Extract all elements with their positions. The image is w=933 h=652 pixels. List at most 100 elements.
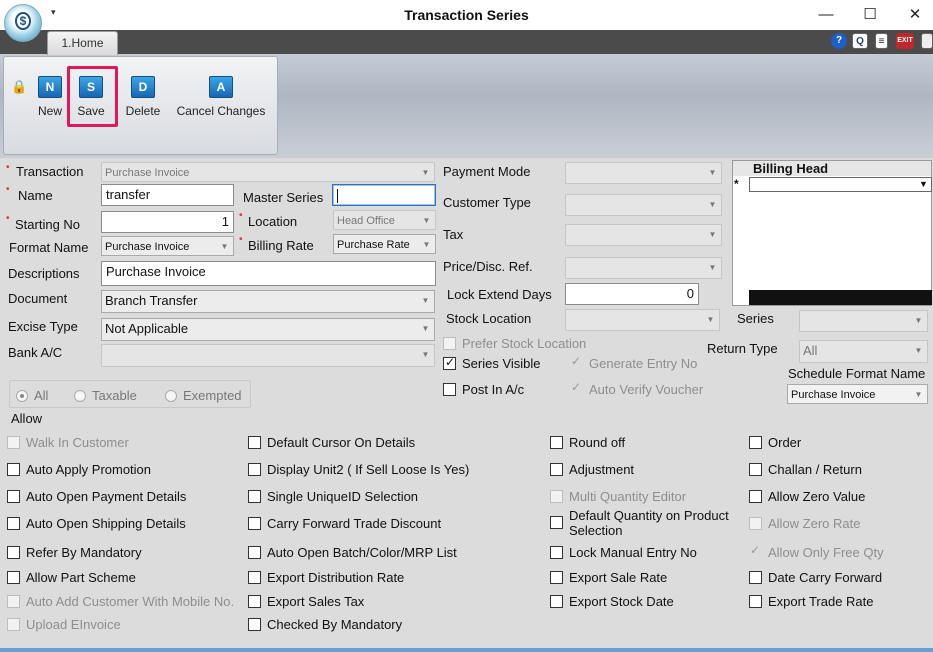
save-button[interactable]: S Save xyxy=(72,72,110,124)
dollar-icon: $ xyxy=(15,12,31,30)
series-visible-checkbox[interactable]: Series Visible xyxy=(443,355,541,371)
allow-walk-in-customer[interactable]: Walk In Customer xyxy=(7,435,129,450)
auto-verify-voucher-checkbox[interactable]: Auto Verify Voucher xyxy=(570,380,703,397)
location-select[interactable]: Head Office xyxy=(333,210,436,230)
allow-auto-open-payment-details[interactable]: Auto Open Payment Details xyxy=(7,489,186,504)
price-disc-ref-label: Price/Disc. Ref. xyxy=(443,259,533,274)
allow-lock-manual-entry-no[interactable]: Lock Manual Entry No xyxy=(550,545,697,560)
allow-order[interactable]: Order xyxy=(749,435,801,450)
allow-part-scheme[interactable]: Allow Part Scheme xyxy=(7,570,136,585)
payment-mode-select[interactable] xyxy=(565,162,722,184)
allow-carry-forward-trade-discount[interactable]: Carry Forward Trade Discount xyxy=(248,516,441,531)
find-icon[interactable]: Q xyxy=(852,33,868,49)
billing-rate-select[interactable]: Purchase Rate xyxy=(333,234,436,254)
series-select[interactable] xyxy=(799,310,928,332)
allow-auto-open-batch-list[interactable]: Auto Open Batch/Color/MRP List xyxy=(248,545,457,560)
allow-auto-apply-promotion[interactable]: Auto Apply Promotion xyxy=(7,462,151,477)
tax-select[interactable] xyxy=(565,224,722,246)
allow-zero-rate[interactable]: Allow Zero Rate xyxy=(749,516,860,531)
master-series-label: Master Series xyxy=(243,190,324,205)
close-button[interactable]: ✕ xyxy=(900,4,930,26)
series-label: Series xyxy=(737,311,774,326)
checkbox-box xyxy=(749,571,762,584)
customer-type-select[interactable] xyxy=(565,194,722,216)
checkbox-box xyxy=(550,463,563,476)
scroll-icon[interactable] xyxy=(921,33,933,49)
allow-auto-open-shipping-details[interactable]: Auto Open Shipping Details xyxy=(7,516,186,531)
prefer-stock-location-checkbox[interactable]: Prefer Stock Location xyxy=(443,336,586,351)
checkbox-box xyxy=(7,618,20,631)
checkbox-box xyxy=(550,516,563,529)
checkbox-box xyxy=(443,355,456,370)
checkbox-box xyxy=(248,546,261,559)
allow-export-sale-rate[interactable]: Export Sale Rate xyxy=(550,570,667,585)
new-row-marker: * xyxy=(734,177,739,191)
radio-taxable[interactable]: Taxable xyxy=(74,388,137,403)
schedule-format-name-select[interactable]: Purchase Invoice xyxy=(787,384,928,404)
allow-refer-by-mandatory[interactable]: Refer By Mandatory xyxy=(7,545,142,560)
maximize-button[interactable]: ☐ xyxy=(855,4,885,26)
lock-icon: 🔒 xyxy=(11,79,28,94)
allow-default-cursor-on-details[interactable]: Default Cursor On Details xyxy=(248,435,415,450)
post-in-ac-checkbox[interactable]: Post In A/c xyxy=(443,382,524,397)
master-series-input[interactable] xyxy=(332,184,436,206)
allow-multi-quantity-editor[interactable]: Multi Quantity Editor xyxy=(550,489,686,504)
allow-single-uniqueid-selection[interactable]: Single UniqueID Selection xyxy=(248,489,418,504)
bank-ac-select[interactable] xyxy=(101,344,435,367)
excise-type-select[interactable]: Not Applicable xyxy=(101,318,435,341)
allow-default-quantity-on-product-selection[interactable]: Default Quantity on Product Selection xyxy=(550,508,739,538)
checkbox-box xyxy=(248,436,261,449)
radio-all[interactable]: All xyxy=(16,388,48,403)
generate-entry-no-checkbox[interactable]: Generate Entry No xyxy=(570,354,697,371)
descriptions-input[interactable]: Purchase Invoice xyxy=(101,261,436,286)
document-icon[interactable]: ≡ xyxy=(875,33,888,49)
allow-round-off[interactable]: Round off xyxy=(550,435,625,450)
allow-export-distribution-rate[interactable]: Export Distribution Rate xyxy=(248,570,404,585)
checkbox-box xyxy=(248,517,261,530)
allow-export-trade-rate[interactable]: Export Trade Rate xyxy=(749,594,874,609)
allow-only-free-qty[interactable]: Allow Only Free Qty xyxy=(749,543,884,560)
transaction-select[interactable]: Purchase Invoice xyxy=(101,162,435,182)
new-button[interactable]: N New xyxy=(32,72,68,124)
starting-no-label: Starting No xyxy=(15,217,81,232)
allow-export-stock-date[interactable]: Export Stock Date xyxy=(550,594,674,609)
help-icon[interactable]: ? xyxy=(831,33,847,49)
return-type-select[interactable]: All xyxy=(799,340,928,363)
delete-button[interactable]: D Delete xyxy=(122,72,164,124)
chevron-down-icon[interactable]: ▼ xyxy=(917,178,930,191)
checkbox-box xyxy=(248,618,261,631)
window-title: Transaction Series xyxy=(404,7,529,23)
price-disc-ref-select[interactable] xyxy=(565,257,722,279)
allow-section-title: Allow xyxy=(11,411,43,426)
checkbox-box xyxy=(7,490,20,503)
allow-auto-add-customer-mobile[interactable]: Auto Add Customer With Mobile No. xyxy=(7,594,234,609)
billing-rate-label: Billing Rate xyxy=(248,238,314,253)
allow-checked-by-mandatory[interactable]: Checked By Mandatory xyxy=(248,617,402,632)
stock-location-select[interactable] xyxy=(565,309,720,331)
checkbox-box xyxy=(749,490,762,503)
radio-exempted[interactable]: Exempted xyxy=(165,388,242,403)
status-strip xyxy=(0,648,933,652)
checkbox-box xyxy=(248,463,261,476)
document-select[interactable]: Branch Transfer xyxy=(101,290,435,313)
allow-display-unit2[interactable]: Display Unit2 ( If Sell Loose Is Yes) xyxy=(248,462,469,477)
checkbox-box xyxy=(7,571,20,584)
exit-icon[interactable]: EXIT xyxy=(896,33,914,49)
allow-date-carry-forward[interactable]: Date Carry Forward xyxy=(749,570,882,585)
cancel-changes-button[interactable]: A Cancel Changes xyxy=(175,72,267,124)
tab-home[interactable]: 1.Home xyxy=(47,31,118,55)
allow-export-sales-tax[interactable]: Export Sales Tax xyxy=(248,594,364,609)
starting-no-input[interactable]: 1 xyxy=(101,211,234,233)
delete-icon: D xyxy=(131,76,155,98)
minimize-button[interactable]: — xyxy=(811,4,841,26)
format-name-select[interactable]: Purchase Invoice xyxy=(101,236,234,256)
allow-upload-einvoice[interactable]: Upload EInvoice xyxy=(7,617,121,632)
app-logo[interactable]: $ xyxy=(4,4,42,42)
return-type-label: Return Type xyxy=(707,341,778,356)
name-input[interactable]: transfer xyxy=(101,184,234,206)
allow-challan-return[interactable]: Challan / Return xyxy=(749,462,862,477)
billing-head-cell[interactable]: ▼ xyxy=(749,177,932,192)
lock-extend-days-input[interactable]: 0 xyxy=(565,283,699,305)
allow-zero-value[interactable]: Allow Zero Value xyxy=(749,489,865,504)
allow-adjustment[interactable]: Adjustment xyxy=(550,462,634,477)
